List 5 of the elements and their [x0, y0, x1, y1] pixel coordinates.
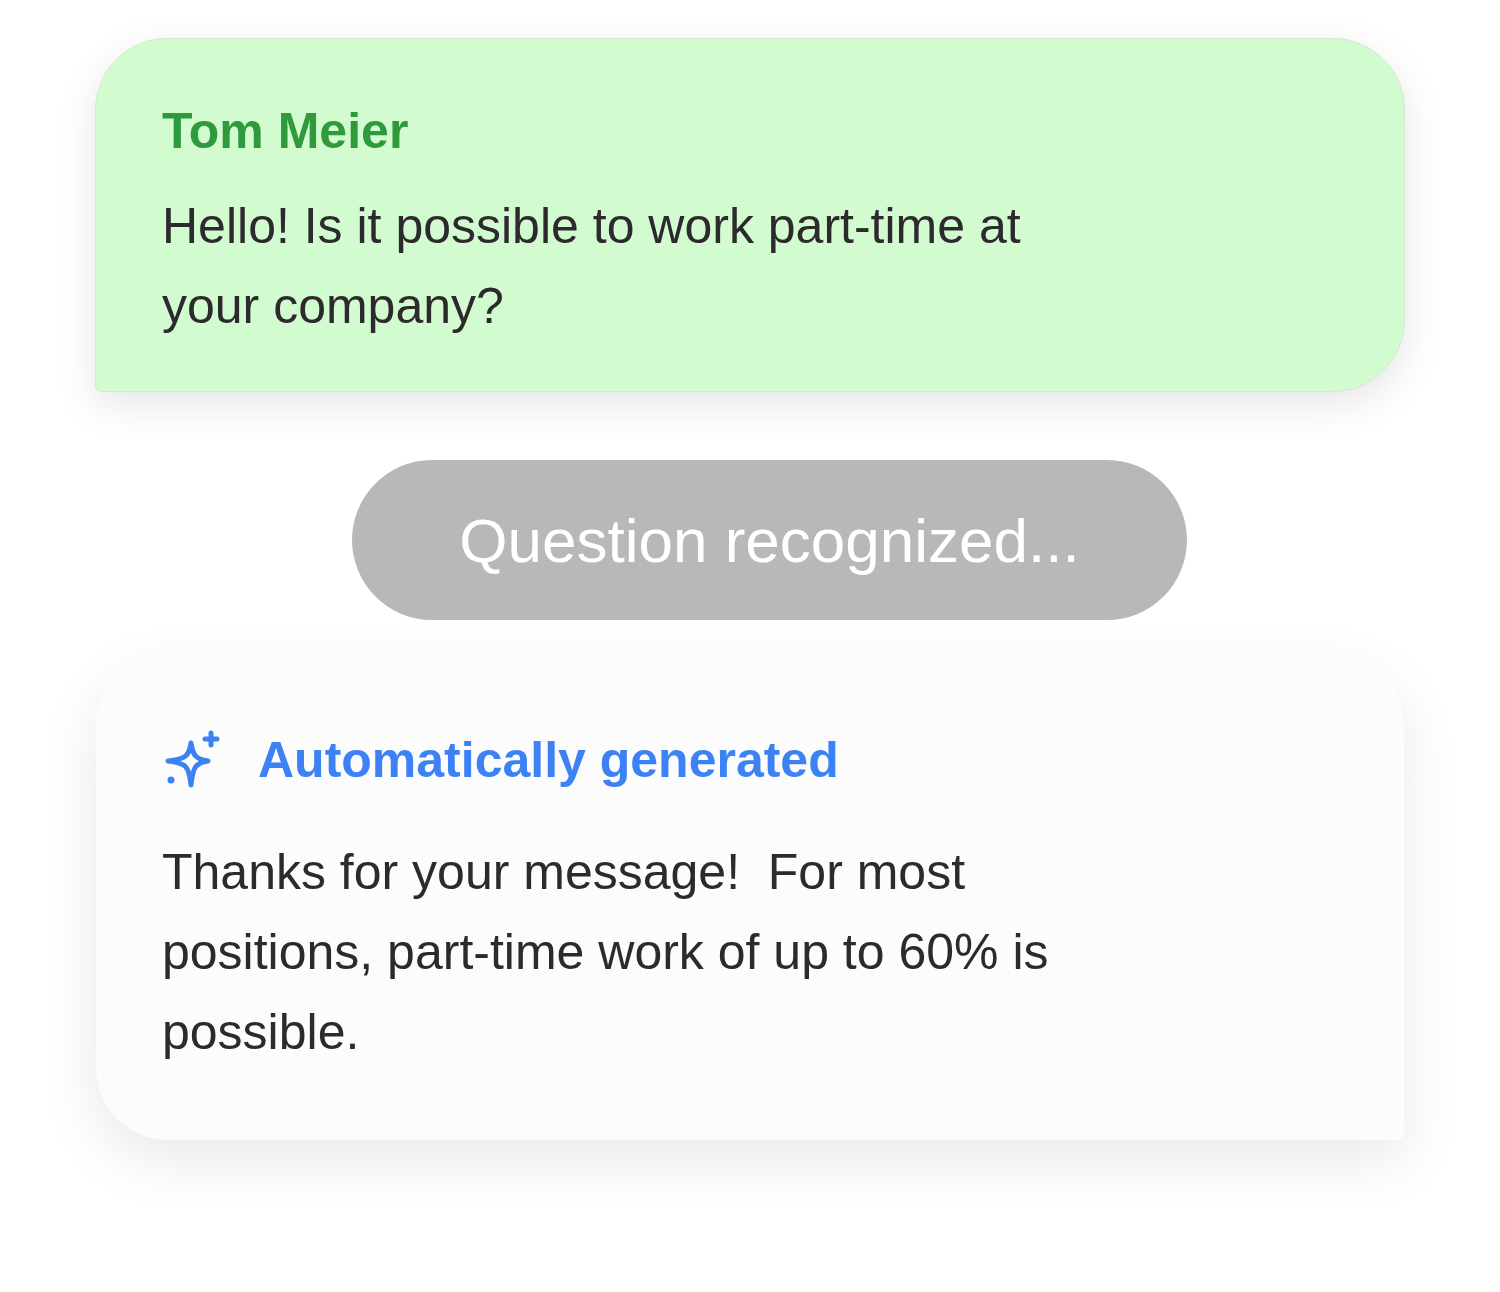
reply-text: Thanks for your message! For most positions, part-time work of up to 60% is possible. — [162, 843, 1050, 1062]
status-pill: Question recognized... — [352, 460, 1187, 620]
message-text: Hello! Is it possible to work part-time at your company? — [162, 197, 1022, 336]
generated-label: Automatically generated — [258, 731, 839, 790]
sender-name: Tom Meier — [162, 102, 409, 161]
